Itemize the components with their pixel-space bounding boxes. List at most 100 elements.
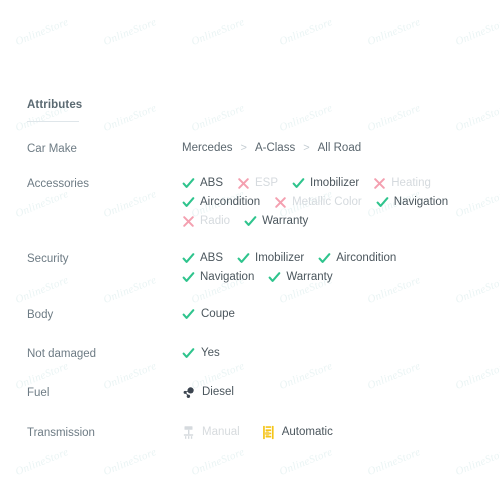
attribute-label: Accessories [27, 178, 89, 190]
option-label: Metallic Color [292, 196, 362, 208]
check-icon [182, 252, 195, 265]
security-option-list: ABS Imobilizer Aircondition Navigation Warra… [182, 250, 482, 288]
attribute-label: Not damaged [27, 348, 97, 360]
option-item[interactable]: Warranty [244, 213, 308, 230]
attribute-value: ABS Imobilizer Aircondition Navigation Warra… [182, 250, 482, 288]
option-item[interactable]: Heating [373, 175, 431, 192]
attribute-value: Yes [182, 345, 482, 366]
check-icon [182, 347, 195, 360]
attribute-label: Security [27, 253, 69, 265]
title-underline-divider [27, 121, 79, 122]
cross-icon [274, 196, 287, 209]
option-item[interactable]: Aircondition [318, 250, 396, 267]
attribute-value: ABS ESP Imobilizer Heating Aircondition Metal… [182, 175, 482, 232]
attribute-row-car-make: Car Make Mercedes > A-Class > All Road [27, 140, 482, 157]
transmission-manual-label: Manual [202, 425, 240, 438]
check-icon [182, 196, 195, 209]
option-item[interactable]: Imobilizer [292, 175, 359, 192]
fuel-molecule-icon [182, 386, 196, 400]
attribute-row-body: Body Coupe [27, 306, 482, 327]
watermark-text: OnlineStore [101, 15, 159, 49]
option-item[interactable]: Metallic Color [274, 194, 362, 211]
option-item[interactable]: ESP [237, 175, 278, 192]
not-damaged-value: Yes [182, 345, 220, 362]
accessories-option-list: ABS ESP Imobilizer Heating Aircondition Metal… [182, 175, 482, 232]
option-label: Warranty [262, 215, 309, 227]
not-damaged-label: Yes [201, 347, 220, 359]
body-value: Coupe [182, 306, 235, 323]
manual-gearstick-icon [182, 425, 195, 440]
check-icon [318, 252, 331, 265]
attribute-value: Mercedes > A-Class > All Road [182, 140, 482, 157]
option-item[interactable]: ABS [182, 250, 223, 267]
option-label: Navigation [393, 196, 449, 208]
attribute-value: Coupe [182, 306, 482, 327]
check-icon [182, 271, 195, 284]
option-label: ABS [200, 252, 224, 264]
watermark-text: OnlineStore [189, 445, 247, 479]
attribute-row-not-damaged: Not damaged Yes [27, 345, 482, 366]
attribute-label: Car Make [27, 143, 77, 155]
option-label: Aircondition [336, 252, 397, 264]
watermark-text: OnlineStore [453, 445, 500, 479]
check-icon [268, 271, 281, 284]
watermark-text: OnlineStore [13, 15, 71, 49]
check-icon [376, 196, 389, 209]
check-icon [292, 177, 305, 190]
option-label: Imobilizer [255, 252, 305, 264]
cross-icon [182, 215, 195, 228]
transmission-option-list: Manual Automatic [182, 424, 482, 441]
attribute-label: Body [27, 309, 54, 321]
automatic-gearstick-icon [262, 425, 275, 440]
check-icon [182, 177, 195, 190]
breadcrumb-item-make[interactable]: Mercedes [182, 140, 233, 157]
option-label: Warranty [286, 271, 333, 283]
option-item[interactable]: Navigation [376, 194, 448, 211]
cross-icon [373, 177, 386, 190]
check-icon [244, 215, 257, 228]
watermark-text: OnlineStore [365, 445, 423, 479]
transmission-option-manual[interactable]: Manual [182, 424, 240, 441]
option-label: Imobilizer [310, 177, 360, 189]
option-label: Navigation [200, 271, 255, 283]
fuel-value: Diesel [182, 384, 234, 401]
watermark-text: OnlineStore [189, 15, 247, 49]
watermark-text: OnlineStore [13, 445, 71, 479]
breadcrumb-item-variant[interactable]: All Road [318, 140, 361, 157]
attribute-row-fuel: Fuel Diesel [27, 384, 482, 406]
option-label: ABS [200, 177, 224, 189]
option-label: Heating [391, 177, 431, 189]
option-item[interactable]: Warranty [268, 269, 333, 286]
attribute-value: Manual Automatic [182, 424, 482, 441]
transmission-option-automatic[interactable]: Automatic [262, 424, 333, 441]
option-item[interactable]: Navigation [182, 269, 254, 286]
attributes-panel: Attributes Car Make Mercedes > A-Class >… [27, 99, 482, 441]
option-label: Radio [200, 215, 231, 227]
fuel-label: Diesel [202, 386, 234, 398]
attribute-row-accessories: Accessories ABS ESP Imobilizer Heating Airco… [27, 175, 482, 232]
attribute-row-transmission: Transmission Manual Automatic [27, 424, 482, 441]
watermark-text: OnlineStore [277, 15, 335, 49]
check-icon [182, 308, 195, 321]
option-item[interactable]: Imobilizer [237, 250, 304, 267]
transmission-automatic-label: Automatic [281, 425, 333, 438]
attribute-label: Transmission [27, 426, 95, 439]
cross-icon [237, 177, 250, 190]
breadcrumb-item-model[interactable]: A-Class [255, 140, 295, 157]
watermark-text: OnlineStore [101, 445, 159, 479]
option-label: Aircondition [200, 196, 261, 208]
attribute-label: Fuel [27, 387, 50, 399]
breadcrumb: Mercedes > A-Class > All Road [182, 140, 482, 157]
watermark-text: OnlineStore [277, 445, 335, 479]
watermark-text: OnlineStore [453, 15, 500, 49]
option-label: ESP [255, 177, 279, 189]
body-label: Coupe [201, 308, 235, 320]
option-item[interactable]: Radio [182, 213, 230, 230]
check-icon [237, 252, 250, 265]
watermark-text: OnlineStore [365, 15, 423, 49]
chevron-right-icon: > [303, 142, 310, 154]
option-item[interactable]: Aircondition [182, 194, 260, 211]
option-item[interactable]: ABS [182, 175, 223, 192]
chevron-right-icon: > [240, 142, 247, 154]
page-title: Attributes [27, 99, 83, 111]
